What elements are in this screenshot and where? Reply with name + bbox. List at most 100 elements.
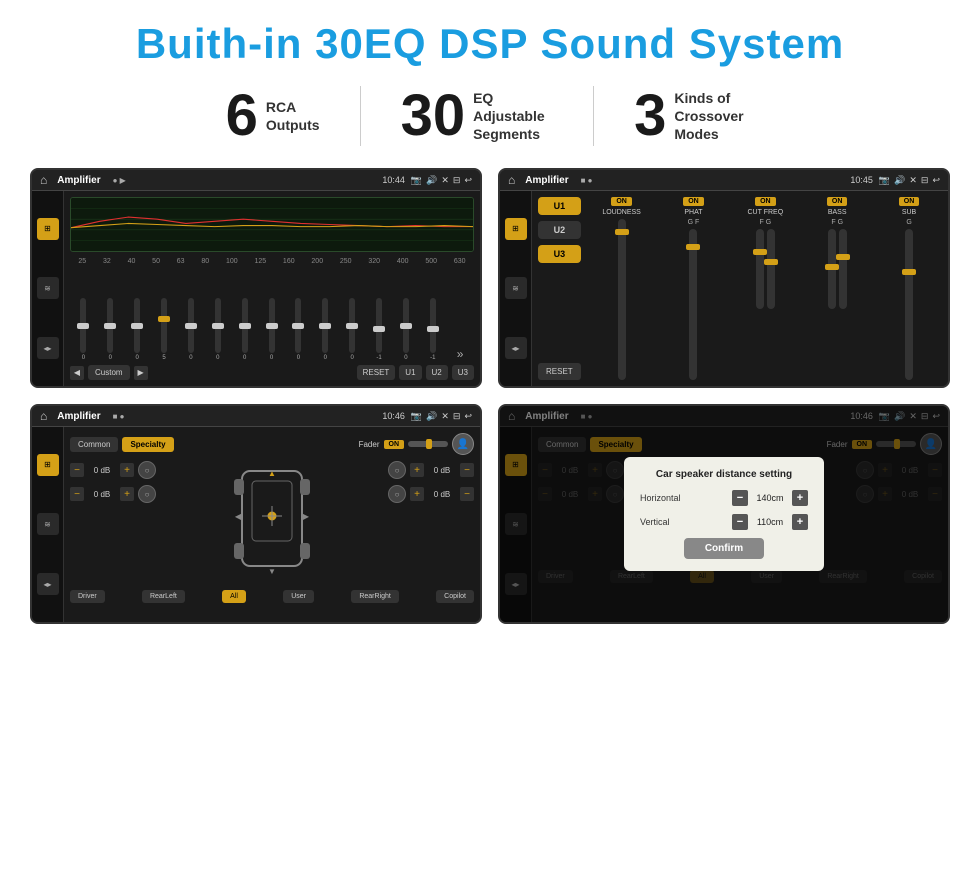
freq-125: 125 <box>254 258 266 265</box>
slider-4[interactable]: 5 <box>161 298 167 361</box>
home-icon: ⌂ <box>40 173 47 187</box>
eq-screen-card: ⌂ Amplifier ● ▶ 10:44 📷 🔊 ✕ ⊟ ↩ ⊞ ≋ ◂▸ <box>30 168 482 388</box>
more-btn[interactable]: » <box>457 347 464 361</box>
all-btn[interactable]: All <box>222 590 246 603</box>
sidebar-eq-btn[interactable]: ⊞ <box>37 218 59 240</box>
prev-preset-btn[interactable]: ◀ <box>70 366 84 380</box>
freq-100: 100 <box>226 258 238 265</box>
slider-7[interactable]: 0 <box>242 298 248 361</box>
volume-icon: 🔊 <box>426 175 437 186</box>
sub-ctrl: ON SUB G <box>876 197 942 380</box>
u1-select-btn[interactable]: U1 <box>538 197 581 215</box>
reset-btn[interactable]: RESET <box>357 365 396 380</box>
fader-time: 10:46 <box>382 411 405 421</box>
rl-minus-btn[interactable]: − <box>70 487 84 501</box>
eq-time: 10:44 <box>382 175 405 185</box>
u3-btn[interactable]: U3 <box>452 365 474 380</box>
copilot-btn[interactable]: Copilot <box>436 590 474 603</box>
crossover-reset-btn[interactable]: RESET <box>538 363 581 380</box>
slider-12[interactable]: -1 <box>376 298 382 361</box>
sidebar-vol-btn-3[interactable]: ◂▸ <box>37 573 59 595</box>
fl-minus-btn[interactable]: − <box>70 463 84 477</box>
vertical-label: Vertical <box>640 517 670 527</box>
confirm-button[interactable]: Confirm <box>684 538 764 559</box>
front-left-control: − 0 dB + ○ <box>70 461 214 479</box>
u1-btn[interactable]: U1 <box>399 365 421 380</box>
fl-plus-btn[interactable]: + <box>120 463 134 477</box>
freq-63: 63 <box>177 258 185 265</box>
crossover-topbar-icons: 📷 🔊 ✕ ⊟ ↩ <box>879 175 940 186</box>
vol-icon-2: 🔊 <box>894 175 905 186</box>
cam-icon-2: 📷 <box>879 175 890 186</box>
stat-rca: 6 RCAOutputs <box>186 87 360 145</box>
sidebar-vol-btn-2[interactable]: ◂▸ <box>505 337 527 359</box>
vertical-minus-btn[interactable]: − <box>732 514 748 530</box>
user-btn[interactable]: User <box>283 590 314 603</box>
cutfreq-ctrl: ON CUT FREQ F G <box>732 197 798 380</box>
slider-3[interactable]: 0 <box>134 298 140 361</box>
eq-graph <box>70 197 474 252</box>
freq-200: 200 <box>311 258 323 265</box>
slider-10[interactable]: 0 <box>322 298 328 361</box>
sidebar-eq-btn-3[interactable]: ⊞ <box>37 454 59 476</box>
front-right-control: − 0 dB + ○ <box>330 461 474 479</box>
u2-select-btn[interactable]: U2 <box>538 221 581 239</box>
page-title: Buith-in 30EQ DSP Sound System <box>30 20 950 68</box>
home-icon-3: ⌂ <box>40 409 47 423</box>
loudness-label: LOUDNESS <box>602 209 641 216</box>
rr-minus-btn[interactable]: − <box>460 487 474 501</box>
sub-label: SUB <box>902 209 916 216</box>
dialog-overlay: Car speaker distance setting Horizontal … <box>500 406 948 622</box>
user-avatar: 👤 <box>452 433 474 455</box>
vertical-plus-btn[interactable]: + <box>792 514 808 530</box>
slider-13[interactable]: 0 <box>403 298 409 361</box>
rearleft-btn[interactable]: RearLeft <box>142 590 185 603</box>
slider-14[interactable]: -1 <box>430 298 436 361</box>
horizontal-minus-btn[interactable]: − <box>732 490 748 506</box>
dialog-title: Car speaker distance setting <box>640 469 808 480</box>
fader-main-area: Common Specialty Fader ON 👤 <box>64 427 480 622</box>
slider-8[interactable]: 0 <box>269 298 275 361</box>
slider-1[interactable]: 0 <box>80 298 86 361</box>
crossover-time: 10:45 <box>850 175 873 185</box>
eq-screen-title: Amplifier <box>57 175 100 186</box>
freq-160: 160 <box>283 258 295 265</box>
sidebar-vol-btn[interactable]: ◂▸ <box>37 337 59 359</box>
sidebar-wave-btn-3[interactable]: ≋ <box>37 513 59 535</box>
slider-11[interactable]: 0 <box>349 298 355 361</box>
u2-btn[interactable]: U2 <box>426 365 448 380</box>
horizontal-row: Horizontal − 140cm + <box>640 490 808 506</box>
min-icon-3: ⊟ <box>453 411 461 422</box>
vol-icon-3: 🔊 <box>426 411 437 422</box>
driver-btn[interactable]: Driver <box>70 590 105 603</box>
fader-right-controls: − 0 dB + ○ − 0 dB + ○ <box>330 461 474 586</box>
fader-screen-title: Amplifier <box>57 411 100 422</box>
stat-crossover: 3 Kinds ofCrossover Modes <box>594 87 794 145</box>
fl-speaker-icon: ○ <box>138 461 156 479</box>
common-tab[interactable]: Common <box>70 437 118 452</box>
rearright-btn[interactable]: RearRight <box>351 590 399 603</box>
fader-dots: ■ ● <box>113 412 125 421</box>
rr-plus-btn[interactable]: + <box>410 487 424 501</box>
fader-sidebar: ⊞ ≋ ◂▸ <box>32 427 64 622</box>
slider-5[interactable]: 0 <box>188 298 194 361</box>
sidebar-eq-btn-2[interactable]: ⊞ <box>505 218 527 240</box>
next-preset-btn[interactable]: ▶ <box>134 366 148 380</box>
fader-slider-h[interactable] <box>408 441 448 447</box>
stat-rca-label: RCAOutputs <box>266 98 320 134</box>
min-icon-2: ⊟ <box>921 175 929 186</box>
sidebar-wave-btn[interactable]: ≋ <box>37 277 59 299</box>
fr-minus-btn[interactable]: − <box>460 463 474 477</box>
horizontal-plus-btn[interactable]: + <box>792 490 808 506</box>
rl-speaker-icon: ○ <box>138 485 156 503</box>
freq-400: 400 <box>397 258 409 265</box>
vertical-row: Vertical − 110cm + <box>640 514 808 530</box>
slider-9[interactable]: 0 <box>295 298 301 361</box>
rl-plus-btn[interactable]: + <box>120 487 134 501</box>
sidebar-wave-btn-2[interactable]: ≋ <box>505 277 527 299</box>
specialty-tab[interactable]: Specialty <box>122 437 173 452</box>
slider-2[interactable]: 0 <box>107 298 113 361</box>
fr-plus-btn[interactable]: + <box>410 463 424 477</box>
slider-6[interactable]: 0 <box>215 298 221 361</box>
u3-select-btn[interactable]: U3 <box>538 245 581 263</box>
